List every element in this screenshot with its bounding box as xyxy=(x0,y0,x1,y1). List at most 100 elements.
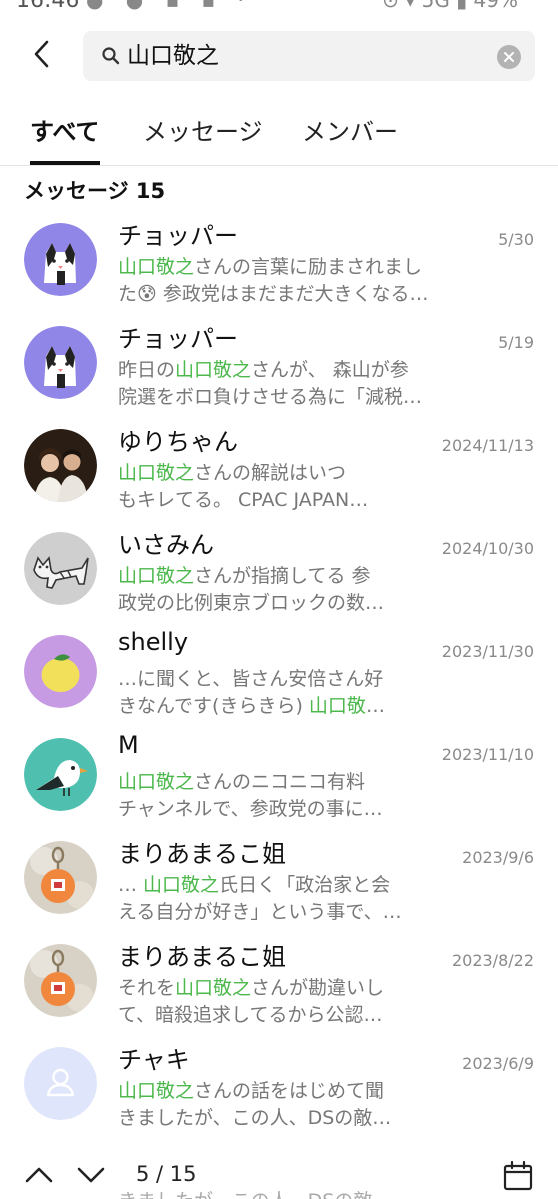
photo-avatar xyxy=(24,429,97,502)
result-counter: 5 / 15 xyxy=(136,1162,197,1186)
preview-line: それを山口敬之さんが勘違いし xyxy=(118,975,468,1002)
message-result-item[interactable]: チョッパー 5/19 昨日の山口敬之さんが、 森山が参院選をボロ負けさせる為に「減税… xyxy=(0,311,558,414)
preview-line: た😰 参政党はまだまだ大きくなる… xyxy=(118,281,468,308)
preview-text: … xyxy=(365,695,385,717)
search-field[interactable]: 山口敬之 xyxy=(83,31,535,81)
preview-text: …に聞くと、皆さん安倍さん好 xyxy=(118,668,384,690)
message-list: チョッパー 5/30 山口敬之さんの言葉に励まされまし た😰 参政党はまだまだ大きくな… xyxy=(0,208,558,1135)
preview-text: さんが勘違いし xyxy=(251,977,385,999)
message-result-item[interactable]: いさみん 2024/10/30 山口敬之さんが指摘してる 参政党の比例東京ブロックの… xyxy=(0,517,558,620)
preview-text: 政党の比例東京ブロックの数… xyxy=(118,592,385,614)
keyword-highlight: 山口敬之 xyxy=(118,462,195,484)
sender-name: M xyxy=(118,731,139,759)
active-tab-indicator xyxy=(30,161,100,165)
message-preview: 昨日の山口敬之さんが、 森山が参院選をボロ負けさせる為に「減税… xyxy=(118,357,468,411)
message-result-item[interactable]: まりあまるこ姐 2023/8/22 それを山口敬之さんが勘違いし て、暗殺追求してるか… xyxy=(0,929,558,1032)
preview-text: さんの話をはじめて聞 xyxy=(194,1080,385,1102)
message-preview: 山口敬之さんの言葉に励まされました😰 参政党はまだまだ大きくなる… xyxy=(118,254,468,308)
status-notification-icons: ● ● ▪ ▪ · xyxy=(86,0,252,12)
clear-search-button[interactable] xyxy=(497,45,521,69)
calendar-button[interactable] xyxy=(502,1160,534,1192)
message-date: 2023/11/30 xyxy=(441,642,534,661)
preview-text: さんのニコニコ有料 xyxy=(194,771,366,793)
tab-messages[interactable]: メッセージ xyxy=(143,112,263,147)
lemon-avatar-icon xyxy=(24,635,97,708)
message-result-item[interactable]: チョッパー 5/30 山口敬之さんの言葉に励まされました😰 参政党はまだまだ大きくな… xyxy=(0,208,558,311)
preview-text: て、暗殺追求してるから公認… xyxy=(118,1004,383,1026)
keychain-photo-avatar xyxy=(24,841,97,914)
section-title: メッセージ 15 xyxy=(24,179,166,203)
tab-all[interactable]: すべて xyxy=(30,112,99,147)
avatar xyxy=(24,326,97,399)
preview-text: 氏日く「政治家と会 xyxy=(219,874,391,896)
preview-text: 昨日の xyxy=(118,359,176,381)
preview-line: きなんです(きらきら) 山口敬… xyxy=(118,693,468,720)
bird-avatar-icon xyxy=(24,738,97,811)
message-date: 5/30 xyxy=(498,230,534,249)
search-icon xyxy=(102,47,120,65)
message-date: 2023/11/10 xyxy=(441,745,534,764)
preview-line: 山口敬之さんが指摘してる 参 xyxy=(118,563,468,590)
preview-line: … 山口敬之氏日く「政治家と会 xyxy=(118,872,468,899)
message-result-item[interactable]: M 2023/11/10 山口敬之さんのニコニコ有料 チャンネルで、参政党の事に… xyxy=(0,723,558,826)
avatar xyxy=(24,635,97,708)
sender-name: ゆりちゃん xyxy=(118,428,238,456)
preview-text: 院選をボロ負けさせる為に「減税… xyxy=(118,386,423,408)
previous-result-button[interactable] xyxy=(22,1160,56,1190)
calendar-icon xyxy=(503,1160,533,1191)
next-result-button[interactable] xyxy=(74,1160,108,1190)
message-result-item[interactable]: ゆりちゃん 2024/11/13 山口敬之さんの解説はいつ もキレてる。 CPAC J… xyxy=(0,414,558,517)
preview-line: もキレてる。 CPAC JAPAN… xyxy=(118,487,468,514)
sender-name: まりあまるこ姐 xyxy=(118,943,286,971)
preview-text: もキレてる。 CPAC JAPAN… xyxy=(118,489,369,511)
avatar xyxy=(24,429,97,502)
sender-name: いさみん xyxy=(118,531,214,559)
preview-line: 山口敬之さんの話をはじめて聞 xyxy=(118,1078,468,1105)
keyword-highlight: 山口敬之 xyxy=(175,359,252,381)
keyword-highlight: 山口敬 xyxy=(308,695,366,717)
sender-name: チョッパー xyxy=(118,325,238,353)
status-system-icons: ⊙ ▾ 5G ▮ 49% xyxy=(382,0,518,12)
message-date: 2024/10/30 xyxy=(441,539,534,558)
sender-name: shelly xyxy=(118,628,189,656)
sender-name: チャキ xyxy=(118,1046,190,1074)
message-preview: … 山口敬之氏日く「政治家と会 える自分が好き」という事で、… xyxy=(118,872,468,926)
message-date: 2024/11/13 xyxy=(441,436,534,455)
preview-line: 山口敬之さんの解説はいつ xyxy=(118,460,468,487)
message-preview: それを山口敬之さんが勘違いし て、暗殺追求してるから公認… xyxy=(118,975,468,1029)
cat-drawing-avatar xyxy=(24,532,97,605)
cat-avatar-icon xyxy=(24,223,97,296)
search-input[interactable]: 山口敬之 xyxy=(127,41,219,71)
chevron-down-icon xyxy=(77,1167,105,1183)
message-preview: 山口敬之さんのニコニコ有料 チャンネルで、参政党の事に… xyxy=(118,769,468,823)
preview-text: た😰 参政党はまだまだ大きくなる… xyxy=(118,283,429,305)
preview-text: さんが、 森山が参 xyxy=(251,359,409,381)
preview-text: チャンネルで、参政党の事に… xyxy=(118,798,383,820)
avatar xyxy=(24,841,97,914)
message-preview: 山口敬之さんが指摘してる 参政党の比例東京ブロックの数… xyxy=(118,563,468,617)
avatar xyxy=(24,944,97,1017)
sender-name: チョッパー xyxy=(118,222,238,250)
tab-members[interactable]: メンバー xyxy=(302,112,398,147)
preview-text: さんが指摘してる 参 xyxy=(194,565,371,587)
preview-line: える自分が好き」という事で、… xyxy=(118,899,468,926)
preview-line: 政党の比例東京ブロックの数… xyxy=(118,590,468,617)
preview-text: さんの解説はいつ xyxy=(194,462,347,484)
back-button[interactable] xyxy=(22,34,62,74)
message-date: 2023/6/9 xyxy=(462,1054,534,1073)
preview-line: て、暗殺追求してるから公認… xyxy=(118,1002,468,1029)
keyword-highlight: 山口敬之 xyxy=(175,977,252,999)
message-result-item[interactable]: まりあまるこ姐 2023/9/6 … 山口敬之氏日く「政治家と会 える自分が好き」とい… xyxy=(0,826,558,929)
message-result-item[interactable]: チャキ 2023/6/9 山口敬之さんの話をはじめて聞 きましたが、この人、DSの敵… xyxy=(0,1032,558,1135)
message-date: 5/19 xyxy=(498,333,534,352)
keychain-photo-avatar xyxy=(24,944,97,1017)
preview-line: きましたが、この人、DSの敵… xyxy=(118,1105,468,1132)
preview-text: それを xyxy=(118,977,176,999)
message-preview: …に聞くと、皆さん安倍さん好 きなんです(きらきら) 山口敬… xyxy=(118,666,468,720)
message-result-item[interactable]: shelly 2023/11/30 …に聞くと、皆さん安倍さん好 きなんです(きらきら… xyxy=(0,620,558,723)
keyword-highlight: 山口敬之 xyxy=(118,256,195,278)
preview-text: さんの言葉に励まされまし xyxy=(194,256,423,278)
chevron-up-icon xyxy=(25,1167,53,1183)
preview-text: きなんです(きらきら) xyxy=(118,695,309,717)
status-time: 16:46 xyxy=(16,0,80,13)
